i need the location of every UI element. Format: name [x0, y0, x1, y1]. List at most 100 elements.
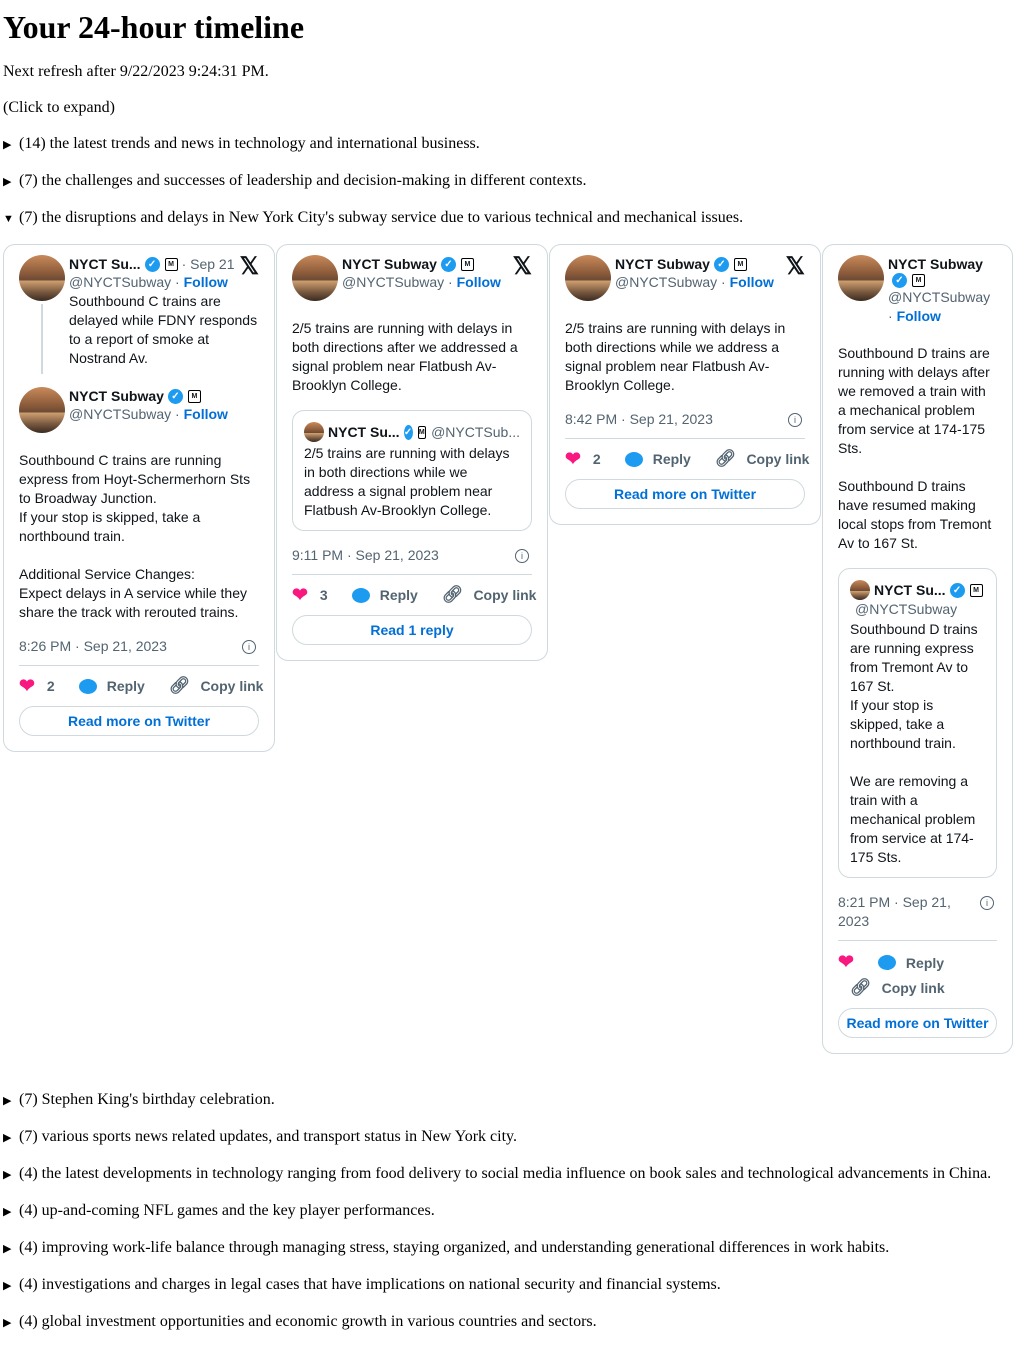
avatar [304, 422, 324, 442]
read-more-button[interactable]: Read more on Twitter [565, 479, 805, 509]
tweet-timestamp[interactable]: 8:26 PM · Sep 21, 2023 [19, 637, 167, 656]
x-logo-icon[interactable]: 𝕏 [513, 255, 532, 279]
divider [292, 574, 532, 575]
mta-affiliate-icon: M [460, 257, 474, 271]
tweet-timestamp[interactable]: 9:11 PM · Sep 21, 2023 [292, 546, 439, 565]
heart-icon: ❤ [292, 584, 308, 606]
author-handle[interactable]: @NYCTSubway [69, 406, 171, 422]
tweet-card: NYCT Subway ✓ M @NYCTSubway · Follow South… [822, 244, 1013, 1054]
triangle-right-icon: ▶ [3, 1095, 12, 1107]
reply-bubble-icon [351, 587, 370, 603]
author-name[interactable]: NYCT Su... [69, 255, 141, 273]
refresh-note: Next refresh after 9/22/2023 9:24:31 PM. [3, 63, 269, 80]
avatar[interactable] [19, 387, 65, 433]
verified-badge-icon: ✓ [167, 388, 183, 404]
follow-link[interactable]: Follow [184, 274, 228, 290]
topic-summary[interactable]: ▶ (7) Stephen King's birthday celebration… [3, 1090, 1013, 1111]
verified-badge-icon: ✓ [403, 424, 413, 440]
topic-summary[interactable]: ▶ (7) various sports news related updates… [3, 1127, 1013, 1148]
follow-link[interactable]: Follow [897, 308, 941, 324]
read-more-button[interactable]: Read 1 reply [292, 615, 532, 645]
author-name[interactable]: NYCT Subway [69, 387, 164, 405]
author-name[interactable]: NYCT Subway [888, 255, 983, 273]
topic-label: (7) various sports news related updates,… [19, 1128, 517, 1145]
copy-link-button[interactable]: 🔗︎ Copy link [838, 978, 945, 998]
reply-button[interactable]: Reply [866, 955, 944, 971]
link-icon: 🔗︎ [714, 449, 737, 468]
tweet-header: NYCT Subway ✓ M @NYCTSubway · Follow 𝕏 [565, 255, 805, 301]
topic-label: (7) Stephen King's birthday celebration. [19, 1091, 275, 1108]
quoted-author-name: NYCT Su... [874, 582, 946, 598]
read-more-button[interactable]: Read more on Twitter [19, 706, 259, 736]
author-handle[interactable]: @NYCTSubway [69, 274, 171, 290]
divider [565, 438, 805, 439]
x-logo-icon[interactable]: 𝕏 [240, 255, 259, 279]
parent-tweet: NYCT Su... ✓ M · Sep 21 @NYCTSubway · Follo… [19, 255, 259, 374]
avatar[interactable] [565, 255, 611, 301]
triangle-right-icon: ▶ [3, 1317, 12, 1329]
like-button[interactable]: ❤ 3 [292, 584, 328, 607]
tweet-timestamp[interactable]: 8:42 PM · Sep 21, 2023 [565, 410, 713, 429]
topic-summary[interactable]: ▶ (4) the latest developments in technolo… [3, 1164, 1013, 1185]
heart-icon: ❤ [838, 952, 854, 973]
author-name[interactable]: NYCT Subway [342, 255, 437, 273]
mta-affiliate-icon: M [164, 257, 178, 271]
tweet-timestamp[interactable]: 8:21 PM · Sep 21, 2023 [838, 893, 980, 931]
quoted-tweet[interactable]: NYCT Su... ✓ M @NYCTSub... 2/5 trains are ru… [292, 410, 532, 531]
copy-link-label: Copy link [881, 980, 945, 996]
triangle-right-icon: ▶ [3, 139, 12, 151]
follow-link[interactable]: Follow [730, 274, 774, 290]
author-handle[interactable]: @NYCTSubway [342, 274, 444, 290]
topic-summary-open[interactable]: ▼ (7) the disruptions and delays in New Y… [3, 208, 1013, 229]
verified-badge-icon: ✓ [440, 256, 456, 272]
info-icon[interactable]: i [242, 640, 256, 654]
like-button[interactable]: ❤ [838, 951, 866, 974]
verified-badge-icon: ✓ [892, 273, 907, 288]
like-button[interactable]: ❤ 2 [565, 448, 601, 471]
page-title: Your 24-hour timeline [3, 9, 305, 45]
copy-link-button[interactable]: 🔗︎ Copy link [418, 585, 537, 605]
mta-affiliate-icon: M [187, 389, 201, 403]
copy-link-button[interactable]: 🔗︎ Copy link [145, 676, 264, 696]
verified-badge-icon: ✓ [713, 256, 729, 272]
triangle-right-icon: ▶ [3, 1169, 12, 1181]
like-button[interactable]: ❤ 2 [19, 675, 55, 698]
parent-tweet-text: Southbound C trains are delayed while FD… [69, 293, 258, 366]
author-name[interactable]: NYCT Subway [615, 255, 710, 273]
like-count: 2 [46, 678, 55, 694]
topic-summary[interactable]: ▶ (4) up-and-coming NFL games and the key… [3, 1201, 1013, 1222]
avatar[interactable] [838, 255, 884, 301]
author-handle[interactable]: @NYCTSubway [615, 274, 717, 290]
topic-summary[interactable]: ▶ (4) improving work-life balance through… [3, 1238, 1013, 1259]
topic-summary[interactable]: ▶ (7) the challenges and successes of lea… [3, 171, 1013, 192]
divider [19, 665, 259, 666]
info-icon[interactable]: i [980, 896, 994, 910]
tweet-time[interactable]: · Sep 21 [182, 255, 235, 273]
tweet-header: NYCT Subway ✓ M @NYCTSubway · Follow [19, 387, 259, 433]
divider [838, 940, 997, 941]
triangle-down-icon: ▼ [3, 213, 14, 225]
author-handle[interactable]: @NYCTSubway [888, 289, 990, 305]
topic-summary[interactable]: ▶ (4) global investment opportunities and… [3, 1312, 1013, 1333]
follow-link[interactable]: Follow [184, 406, 228, 422]
tweet-text: Southbound D trains are running with del… [838, 345, 992, 551]
reply-button[interactable]: Reply [55, 678, 145, 694]
copy-link-label: Copy link [200, 678, 264, 694]
topic-summary[interactable]: ▶ (14) the latest trends and news in tech… [3, 134, 1013, 155]
topic-summary[interactable]: ▶ (4) investigations and charges in legal… [3, 1275, 1013, 1296]
quoted-tweet[interactable]: NYCT Su... ✓ M @NYCTSubway Southbound D trai… [838, 568, 997, 878]
quoted-author-handle: @NYCTSubway [855, 601, 958, 617]
read-more-button[interactable]: Read more on Twitter [838, 1008, 997, 1038]
info-icon[interactable]: i [788, 413, 802, 427]
reply-button[interactable]: Reply [328, 587, 418, 603]
follow-link[interactable]: Follow [457, 274, 501, 290]
info-icon[interactable]: i [515, 549, 529, 563]
link-icon: 🔗︎ [850, 978, 872, 997]
quoted-author-handle: @NYCTSub... [431, 424, 520, 440]
x-logo-icon[interactable]: 𝕏 [786, 255, 805, 279]
avatar[interactable] [292, 255, 338, 301]
avatar[interactable] [19, 255, 65, 301]
reply-button[interactable]: Reply [601, 451, 691, 467]
copy-link-button[interactable]: 🔗︎ Copy link [691, 449, 810, 469]
topic-label: (7) the disruptions and delays in New Yo… [19, 209, 744, 226]
